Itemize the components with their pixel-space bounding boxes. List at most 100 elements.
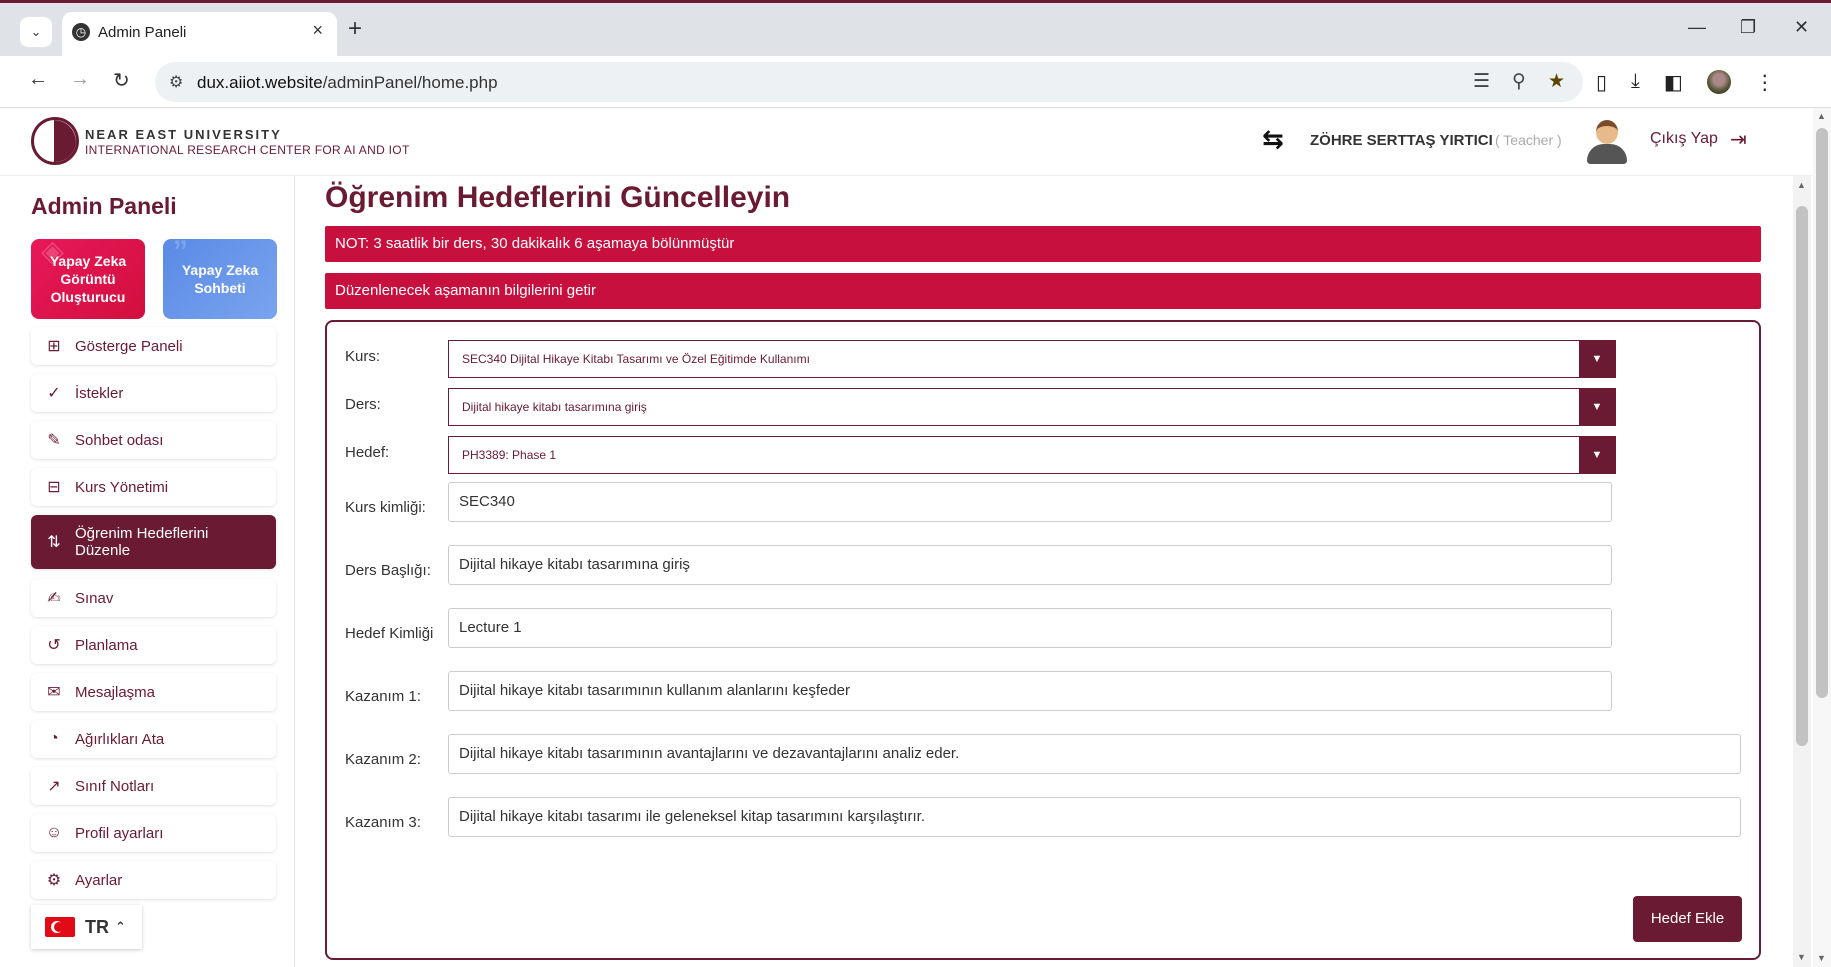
back-icon[interactable]: ← bbox=[28, 68, 48, 91]
objective-id-input[interactable]: Lecture 1 bbox=[448, 608, 1612, 648]
sidebar: Admin Paneli ◈ Yapay Zeka Görüntü Oluştu… bbox=[0, 176, 295, 967]
sidebar-item-label: Ayarlar bbox=[75, 871, 123, 889]
sort-icon: ⇅ bbox=[47, 533, 61, 551]
close-icon[interactable]: × bbox=[312, 20, 323, 41]
objective-form: Kurs: SEC340 Dijital Hikaye Kitabı Tasar… bbox=[325, 320, 1761, 960]
scroll-up-icon[interactable]: ▲ bbox=[1797, 180, 1806, 190]
user-role: ( Teacher ) bbox=[1495, 132, 1562, 148]
user-icon: ☺ bbox=[45, 824, 63, 841]
sidebar-item-label: Profil ayarları bbox=[75, 824, 164, 842]
page-scrollbar[interactable]: ▲ ▼ bbox=[1813, 108, 1831, 967]
add-objective-button[interactable]: Hedef Ekle bbox=[1633, 896, 1742, 942]
forward-icon[interactable]: → bbox=[70, 68, 90, 91]
outcome3-label: Kazanım 3: bbox=[345, 814, 421, 831]
course-id-label: Kurs kimliği: bbox=[345, 499, 426, 516]
outcome2-input[interactable]: Dijital hikaye kitabı tasarımının avanta… bbox=[448, 734, 1741, 774]
kurs-label: Kurs: bbox=[345, 348, 381, 365]
gear-icon: ⚙ bbox=[46, 872, 62, 889]
objective-id-label: Hedef Kimliği bbox=[345, 625, 434, 642]
page-scroll-up-icon[interactable]: ▲ bbox=[1817, 111, 1826, 121]
logo-title: NEAR EAST UNIVERSITY bbox=[85, 127, 282, 142]
course-select[interactable]: SEC340 Dijital Hikaye Kitabı Tasarımı ve… bbox=[448, 340, 1616, 378]
sidebar-item-dashboard[interactable]: ⊞ Gösterge Paneli bbox=[31, 327, 276, 365]
sidebar-item-label: Ağırlıkları Ata bbox=[75, 730, 165, 748]
grid-plus-icon: ⊟ bbox=[47, 479, 61, 496]
download-icon[interactable]: ⤓ bbox=[1631, 70, 1640, 95]
university-logo bbox=[31, 117, 79, 165]
more-icon[interactable]: ⋮ bbox=[1755, 70, 1775, 95]
sidebar-item-label: Öğrenim Hedeflerini Düzenle bbox=[75, 525, 209, 559]
sidebar-item-label: Sınav bbox=[75, 589, 114, 607]
restore-icon[interactable]: ❐ bbox=[1740, 17, 1756, 38]
reload-icon[interactable]: ↻ bbox=[113, 68, 130, 93]
lesson-select[interactable]: Dijital hikaye kitabı tasarımına giriş ▼ bbox=[448, 388, 1616, 426]
logout-link[interactable]: Çıkış Yap bbox=[1650, 130, 1718, 148]
globe-icon: ◷ bbox=[72, 23, 90, 41]
language-selector[interactable]: TR ⌃ bbox=[31, 905, 142, 949]
profile-icon[interactable] bbox=[1706, 70, 1731, 94]
lesson-title-input[interactable]: Dijital hikaye kitabı tasarımına giriş bbox=[448, 545, 1612, 585]
course-id-input[interactable]: SEC340 bbox=[448, 482, 1612, 522]
sidebar-item-course-management[interactable]: ⊟ Kurs Yönetimi bbox=[31, 468, 276, 506]
avatar[interactable] bbox=[1585, 118, 1629, 164]
turkey-flag-icon bbox=[45, 917, 75, 937]
sidepanel-icon[interactable]: ◧ bbox=[1664, 70, 1683, 95]
check-circle-icon: ✓ bbox=[47, 385, 61, 402]
message-icon: ✉ bbox=[47, 684, 61, 701]
site-header: NEAR EAST UNIVERSITY INTERNATIONAL RESEA… bbox=[0, 108, 1813, 176]
sidebar-item-requests[interactable]: ✓ İstekler bbox=[31, 374, 276, 412]
content-scroll-thumb[interactable] bbox=[1796, 206, 1808, 746]
ai-chat-card[interactable]: ” Yapay Zeka Sohbeti bbox=[163, 237, 277, 319]
page-scroll-thumb[interactable] bbox=[1816, 128, 1828, 698]
history-icon: ↺ bbox=[47, 637, 61, 654]
course-select-value: SEC340 Dijital Hikaye Kitabı Tasarımı ve… bbox=[462, 352, 810, 366]
sidebar-item-messaging[interactable]: ✉ Mesajlaşma bbox=[31, 673, 276, 711]
sidebar-item-planning[interactable]: ↺ Planlama bbox=[31, 626, 276, 664]
main-content: Öğrenim Hedeflerini Güncelleyin NOT: 3 s… bbox=[295, 176, 1795, 967]
plus-icon[interactable]: + bbox=[348, 15, 362, 43]
trend-icon: ↗ bbox=[47, 778, 61, 795]
sidebar-item-label: Gösterge Paneli bbox=[75, 337, 183, 355]
address-bar: ← → ↻ ⚙ dux.aiiot.website/adminPanel/hom… bbox=[0, 56, 1831, 108]
sidebar-item-class-grades[interactable]: ↗ Sınıf Notları bbox=[31, 767, 276, 805]
tune-icon[interactable]: ⚙ bbox=[169, 72, 183, 92]
caret-down-icon: ▼ bbox=[1579, 341, 1615, 377]
objective-select[interactable]: PH3389: Phase 1 ▼ bbox=[448, 436, 1616, 474]
sidebar-item-assign-weights[interactable]: ◔ Ağırlıkları Ata bbox=[31, 720, 276, 758]
sidebar-item-settings[interactable]: ⚙ Ayarlar bbox=[31, 861, 276, 899]
fetch-info-banner[interactable]: Düzenlenecek aşamanın bilgilerini getir bbox=[325, 273, 1761, 309]
logout-icon[interactable]: ⇥ bbox=[1730, 127, 1747, 152]
extensions-icon[interactable]: ▯ bbox=[1596, 70, 1607, 95]
dashboard-icon: ⊞ bbox=[47, 338, 61, 355]
zoom-icon[interactable]: ⚲ bbox=[1512, 70, 1526, 93]
caret-down-icon: ▼ bbox=[1579, 437, 1615, 473]
sidebar-item-edit-objectives[interactable]: ⇅ Öğrenim Hedeflerini Düzenle bbox=[31, 515, 276, 569]
star-icon[interactable]: ★ bbox=[1548, 70, 1565, 93]
outcome3-input[interactable]: Dijital hikaye kitabı tasarımı ile gelen… bbox=[448, 797, 1741, 837]
translate-icon[interactable]: ☰ bbox=[1473, 70, 1490, 93]
page-scroll-down-icon[interactable]: ▼ bbox=[1817, 953, 1826, 963]
outcome1-input[interactable]: Dijital hikaye kitabı tasarımının kullan… bbox=[448, 671, 1612, 711]
tab-menu-icon[interactable]: ⌄ bbox=[20, 17, 52, 47]
sidebar-item-label: Mesajlaşma bbox=[75, 683, 156, 701]
ders-label: Ders: bbox=[345, 396, 381, 413]
language-code: TR bbox=[85, 916, 109, 937]
content-scrollbar[interactable]: ▲ ▼ bbox=[1793, 176, 1811, 967]
switch-role-icon[interactable]: ⇆ bbox=[1262, 124, 1284, 155]
lesson-title-label: Ders Başlığı: bbox=[345, 562, 431, 579]
sidebar-item-chat-room[interactable]: ✎ Sohbet odası bbox=[31, 421, 276, 459]
ai-image-generator-card[interactable]: ◈ Yapay Zeka Görüntü Oluşturucu bbox=[31, 237, 145, 319]
lesson-select-value: Dijital hikaye kitabı tasarımına giriş bbox=[462, 400, 647, 414]
window-close-icon[interactable]: ✕ bbox=[1794, 17, 1809, 38]
sidebar-item-profile-settings[interactable]: ☺ Profil ayarları bbox=[31, 814, 276, 852]
tab-title: Admin Paneli bbox=[98, 24, 187, 41]
scroll-down-icon[interactable]: ▼ bbox=[1797, 952, 1806, 962]
sidebar-item-exam[interactable]: ✍ Sınav bbox=[31, 579, 276, 617]
hedef-label: Hedef: bbox=[345, 444, 390, 461]
minimize-icon[interactable]: — bbox=[1688, 17, 1706, 38]
page-title: Öğrenim Hedeflerini Güncelleyin bbox=[325, 181, 791, 214]
chat-icon: ✎ bbox=[47, 432, 61, 449]
sidebar-item-label: Sınıf Notları bbox=[75, 777, 155, 795]
url-input[interactable]: ⚙ dux.aiiot.website/adminPanel/home.php … bbox=[155, 62, 1583, 102]
browser-tab[interactable]: ◷ Admin Paneli × bbox=[62, 12, 337, 59]
